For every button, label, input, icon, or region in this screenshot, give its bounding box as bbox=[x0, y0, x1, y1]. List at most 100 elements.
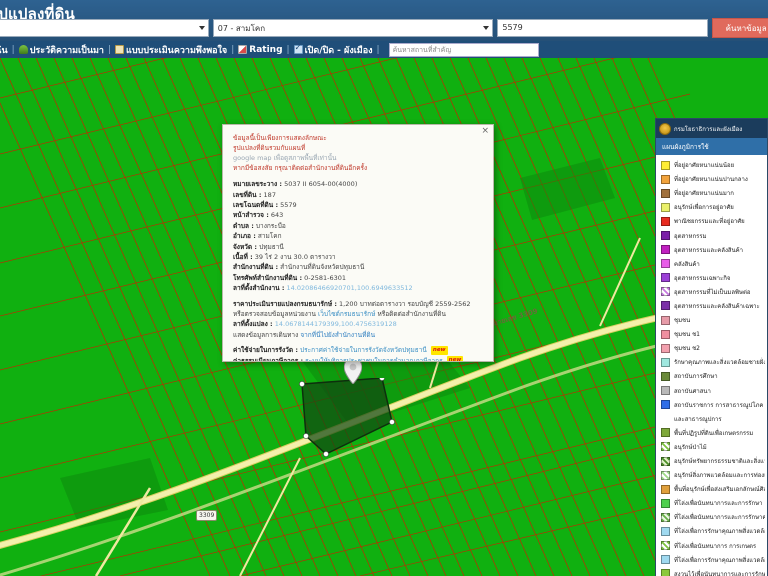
nav-item-label: ประวัติความเป็นมา bbox=[29, 45, 104, 56]
field-land-office: สำนักงานที่ดิน : สำนักงานที่ดินจังหวัดปท… bbox=[233, 262, 483, 272]
landmark-search-input[interactable]: ค้นหาสถานที่สำคัญ bbox=[388, 42, 539, 57]
treasury-website-link[interactable]: เว็บไซต์กรมธนารักษ์ bbox=[318, 310, 375, 318]
legend-item[interactable]: ชุมชน bbox=[656, 313, 767, 327]
legend-item-label: ที่โล่งเพื่อการรักษาคุณภาพสิ่งแวดล้อมชาย… bbox=[674, 556, 765, 564]
highlighted-parcel-polygon[interactable] bbox=[296, 378, 406, 468]
search-controls: 07 - สามโคก 5579 ค้นหาข้อมูล bbox=[0, 18, 768, 38]
government-seal-icon bbox=[659, 122, 671, 135]
legend-color-swatch bbox=[661, 484, 670, 494]
district-select[interactable]: 07 - สามโคก bbox=[212, 19, 494, 37]
legend-item[interactable]: รักษาคุณภาพและสิ่งแวดล้อมชายฝั่ง bbox=[656, 355, 767, 369]
field-tax-fee: ค่าธรรมเนียมภาษีอากร : ระบบให้บริการประช… bbox=[233, 356, 483, 362]
legend-item[interactable]: พื้นที่อนุรักษ์เพื่อส่งเสริมเอกลักษณ์ศิล… bbox=[656, 482, 767, 496]
legend-item[interactable]: ที่อยู่อาศัยหนาแน่นปานกลาง bbox=[656, 172, 767, 186]
field-label: อำเภอ : bbox=[233, 232, 256, 241]
legend-item[interactable]: ที่อยู่อาศัยหนาแน่นมาก bbox=[656, 186, 767, 200]
legend-color-swatch bbox=[661, 526, 670, 536]
legend-items-list[interactable]: ที่อยู่อาศัยหนาแน่นน้อยที่อยู่อาศัยหนาแน… bbox=[656, 155, 767, 576]
field-land-number: เลขที่ดิน : 187 bbox=[233, 190, 483, 200]
legend-color-swatch bbox=[661, 245, 670, 255]
legend-color-swatch bbox=[661, 569, 670, 576]
field-label: แสดงข้อมูลการเดินทาง bbox=[233, 330, 299, 339]
legend-color-swatch bbox=[661, 470, 670, 480]
legend-item-label: ชุมชน bbox=[674, 317, 691, 325]
legend-item-label: รักษาคุณภาพและสิ่งแวดล้อมชายฝั่ง bbox=[674, 359, 765, 367]
legend-item[interactable]: ที่โล่งเพื่อนันทนาการ การเกษตร bbox=[656, 539, 767, 553]
field-label: หน้าสำรวจ : bbox=[233, 211, 269, 220]
map-canvas[interactable]: ทางหลวงแผ่นดินหมายเลข 3309 3309 × ข้อมูล… bbox=[0, 58, 768, 576]
legend-item[interactable]: อุตสาหกรรมที่ไม่เป็นมลพิษต่อ bbox=[656, 285, 767, 299]
legend-color-swatch bbox=[661, 414, 670, 423]
nav-item-toggle-cityplan[interactable]: เปิด/ปิด - ผังเมือง bbox=[293, 43, 373, 57]
legend-item[interactable]: อนุรักษ์สิ่งภาพแวดล้อมและการท่องเที่ยว bbox=[656, 468, 767, 482]
parcel-number-input[interactable]: 5579 bbox=[497, 19, 709, 37]
search-button[interactable]: ค้นหาข้อมูล bbox=[712, 18, 768, 38]
legend-item-label: สถาบันศาสนา bbox=[674, 387, 711, 395]
field-label: เลขโฉนดที่ดิน : bbox=[233, 201, 279, 210]
legend-item[interactable]: อนุรักษ์เพื่อการอยู่อาศัย bbox=[656, 200, 767, 214]
legend-color-swatch bbox=[661, 231, 670, 241]
legend-color-swatch bbox=[661, 400, 670, 410]
legend-item[interactable]: ที่โล่งเพื่อนันทนาการและการรักษาคุณภาพ bbox=[656, 510, 767, 524]
legend-item[interactable]: สถาบันการศึกษา bbox=[656, 369, 767, 383]
route-to-office-link[interactable]: จากที่นี่ไปยังสำนักงานที่ดิน bbox=[300, 331, 375, 339]
tax-calculator-link[interactable]: ระบบให้บริการประชาชนในการคำนวณภาษีอากร bbox=[305, 357, 442, 362]
province-select[interactable] bbox=[0, 19, 209, 37]
legend-item[interactable]: อุตสาหกรรมและคลังสินค้า bbox=[656, 243, 767, 257]
field-label: ตำบล : bbox=[233, 221, 254, 230]
legend-item[interactable]: สงวนไว้เพื่อนันทนาการและการรักษา bbox=[656, 567, 767, 576]
close-icon[interactable]: × bbox=[481, 127, 489, 136]
field-value: 14.02086466920701,100.6949633512 bbox=[286, 284, 413, 293]
legend-item[interactable]: และสาธารณูปการ bbox=[656, 412, 767, 426]
legend-item[interactable]: พาณิชยกรรมและที่อยู่อาศัย bbox=[656, 214, 767, 228]
legend-item[interactable]: อุตสาหกรรมเฉพาะกิจ bbox=[656, 271, 767, 285]
legend-item[interactable]: ที่อยู่อาศัยหนาแน่นน้อย bbox=[656, 158, 767, 172]
legend-color-swatch bbox=[661, 428, 670, 438]
chart-icon bbox=[238, 45, 248, 54]
legend-item[interactable]: สถาบันราชการ การสาธารณูปโภค bbox=[656, 398, 767, 412]
legend-color-swatch bbox=[661, 357, 670, 367]
legend-item-label: สถาบันการศึกษา bbox=[674, 373, 718, 381]
popup-notice-line: google map เพื่อดูสภาพพื้นที่เท่านั้น bbox=[233, 153, 483, 163]
app-header: รูปแปลงที่ดิน 07 - สามโคก 5579 ค้นหาข้อม… bbox=[0, 0, 768, 41]
field-label: ค่าใช้จ่ายในการรังวัด : bbox=[233, 346, 298, 355]
field-appraisal-price: ราคาประเมินรายแปลงกรมธนารักษ์ : 1,200 บา… bbox=[233, 299, 483, 309]
field-value: 0-2581-6301 bbox=[304, 273, 347, 282]
legend-item[interactable]: ที่โล่งเพื่อการรักษาคุณภาพสิ่งแวดล้อมชาย… bbox=[656, 553, 767, 567]
legend-color-swatch bbox=[661, 301, 670, 311]
legend-color-swatch bbox=[661, 386, 670, 396]
nav-item-rating[interactable]: Rating bbox=[238, 45, 283, 55]
nav-item-label: แบบประเมินความพึงพอใจ bbox=[126, 45, 228, 56]
legend-item[interactable]: ชุมชน ช2 bbox=[656, 341, 767, 355]
legend-item-label: ที่โล่งเพื่อนันทนาการและการรักษาคุณภาพ bbox=[674, 514, 765, 522]
legend-item[interactable]: ที่โล่งเพื่อนันทนาการและการรักษา bbox=[656, 496, 767, 510]
field-value: 643 bbox=[270, 211, 284, 220]
legend-item-label: อุตสาหกรรมที่ไม่เป็นมลพิษต่อ bbox=[674, 288, 751, 296]
nav-item-satisfaction-survey[interactable]: แบบประเมินความพึงพอใจ bbox=[115, 43, 227, 57]
checkbox-icon[interactable] bbox=[293, 43, 303, 54]
field-value: 1,200 บาทต่อตารางวา รอบบัญชี 2559-2562 bbox=[339, 299, 471, 308]
legend-item-label: อุตสาหกรรมและคลังสินค้า bbox=[674, 246, 744, 254]
legend-item[interactable]: ที่โล่งเพื่อการรักษาคุณภาพสิ่งแวดล้อม bbox=[656, 524, 767, 538]
nav-item-history[interactable]: ประวัติความเป็นมา bbox=[18, 43, 104, 57]
field-survey-cost: ค่าใช้จ่ายในการรังวัด : ประกาศค่าใช้จ่าย… bbox=[233, 345, 483, 355]
legend-item-label: สถาบันราชการ การสาธารณูปโภค bbox=[674, 401, 764, 409]
legend-item[interactable]: อนุรักษ์ทรัพยากรธรรมชาติและสิ่งแวดล้อม bbox=[656, 454, 767, 468]
legend-item[interactable]: อุตสาหกรรม bbox=[656, 228, 767, 242]
legend-item-label: อนุรักษ์ทรัพยากรธรรมชาติและสิ่งแวดล้อม bbox=[674, 458, 765, 466]
popup-notice-line: รูปแปลงที่ดินรวมกับแผนที่ bbox=[233, 144, 306, 153]
legend-item-label: อนุรักษ์สิ่งภาพแวดล้อมและการท่องเที่ยว bbox=[674, 472, 765, 480]
legend-item[interactable]: ชุมชน ช1 bbox=[656, 327, 767, 341]
field-value: สำนักงานที่ดินจังหวัดปทุมธานี bbox=[280, 263, 365, 272]
legend-item[interactable]: สถาบันศาสนา bbox=[656, 384, 767, 398]
legend-item[interactable]: อุตสาหกรรมและคลังสินค้าเฉพาะ bbox=[656, 299, 767, 313]
nav-item-label: แปลงของฉัน bbox=[0, 45, 8, 56]
legend-item[interactable]: อนุรักษ์ป่าไม้ bbox=[656, 440, 767, 454]
legend-item[interactable]: คลังสินค้า bbox=[656, 257, 767, 271]
legend-item-label: ที่อยู่อาศัยหนาแน่นปานกลาง bbox=[674, 176, 748, 184]
legend-color-swatch bbox=[661, 456, 670, 466]
nav-item-my-parcels[interactable]: แปลงของฉัน bbox=[0, 43, 8, 57]
survey-cost-link[interactable]: ประกาศค่าใช้จ่ายในการรังวัดจังหวัดปทุมธา… bbox=[300, 346, 427, 354]
legend-item[interactable]: พื้นที่ปฏิรูปที่ดินเพื่อเกษตรกรรม bbox=[656, 426, 767, 440]
field-label: เนื้อที่ : bbox=[233, 252, 253, 261]
